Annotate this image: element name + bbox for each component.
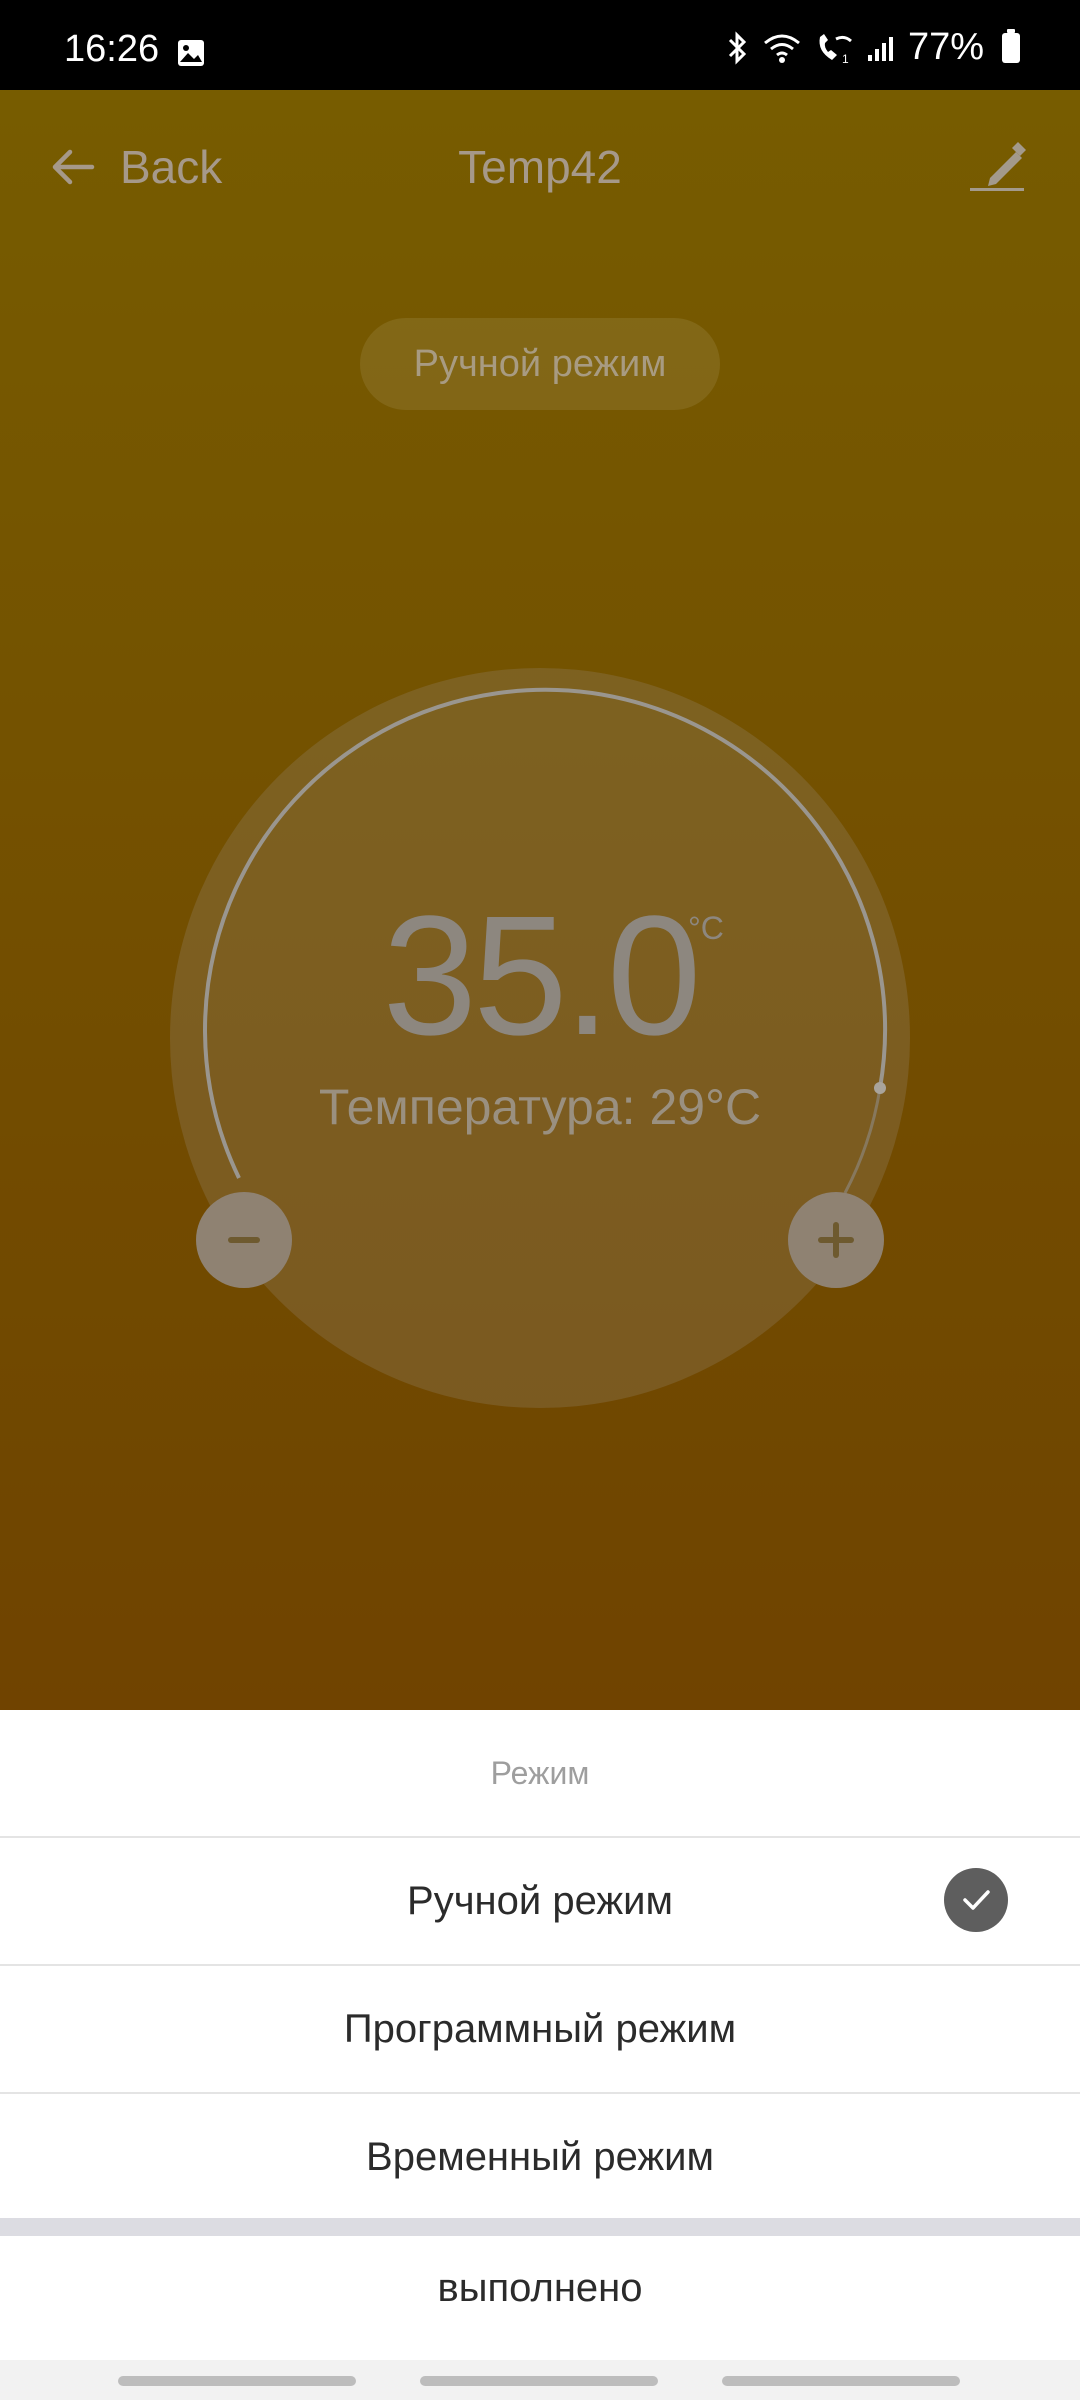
system-nav-bar: [0, 2360, 1080, 2400]
mode-pill[interactable]: Ручной режим: [360, 318, 720, 410]
sheet-divider: [0, 2218, 1080, 2236]
status-bar: 16:26 1 77%: [0, 0, 1080, 90]
edit-pencil-icon[interactable]: [968, 138, 1028, 193]
sheet-title: Режим: [490, 1755, 590, 1791]
svg-text:1: 1: [842, 52, 849, 65]
wifi-call-icon: 1: [814, 31, 854, 65]
option-label: Программный режим: [343, 2006, 737, 2051]
nav-back[interactable]: [722, 2376, 960, 2386]
nav-home[interactable]: [420, 2376, 658, 2386]
status-time: 16:26: [64, 28, 160, 70]
status-icons: 1 77%: [726, 26, 1020, 69]
option-temporary-mode[interactable]: Временный режим: [0, 2092, 1080, 2220]
checkmark-icon: [944, 1868, 1008, 1932]
wifi-icon: [762, 31, 802, 65]
gallery-icon: [178, 40, 204, 66]
plus-icon: [818, 1222, 854, 1258]
nav-recents[interactable]: [118, 2376, 356, 2386]
thermostat-screen: Back Temp42 Ручной режим 35.0 °C Темпера…: [0, 90, 1080, 1710]
header: Back Temp42: [0, 90, 1080, 240]
done-button[interactable]: выполнено: [0, 2236, 1080, 2340]
device-title: Temp42: [458, 141, 622, 193]
current-temperature: Температура: 29°C: [318, 1079, 762, 1135]
mode-sheet: Режим Ручной режим Программный режим Вре…: [0, 1710, 1080, 2400]
minus-icon: [228, 1237, 260, 1243]
setpoint-unit: °C: [688, 910, 724, 946]
decrease-button[interactable]: [196, 1192, 292, 1288]
signal-icon: [866, 33, 896, 63]
bluetooth-icon: [726, 30, 750, 65]
increase-button[interactable]: [788, 1192, 884, 1288]
option-program-mode[interactable]: Программный режим: [0, 1964, 1080, 2092]
temperature-dial[interactable]: 35.0 °C Температура: 29°C: [170, 668, 910, 1408]
battery-percent: 77%: [907, 26, 984, 68]
option-manual-mode[interactable]: Ручной режим: [0, 1836, 1080, 1964]
option-label: Временный режим: [366, 2134, 714, 2179]
setpoint-value: 35.0: [382, 881, 702, 1071]
battery-icon: [1002, 28, 1020, 63]
option-label: Ручной режим: [407, 1878, 673, 1923]
